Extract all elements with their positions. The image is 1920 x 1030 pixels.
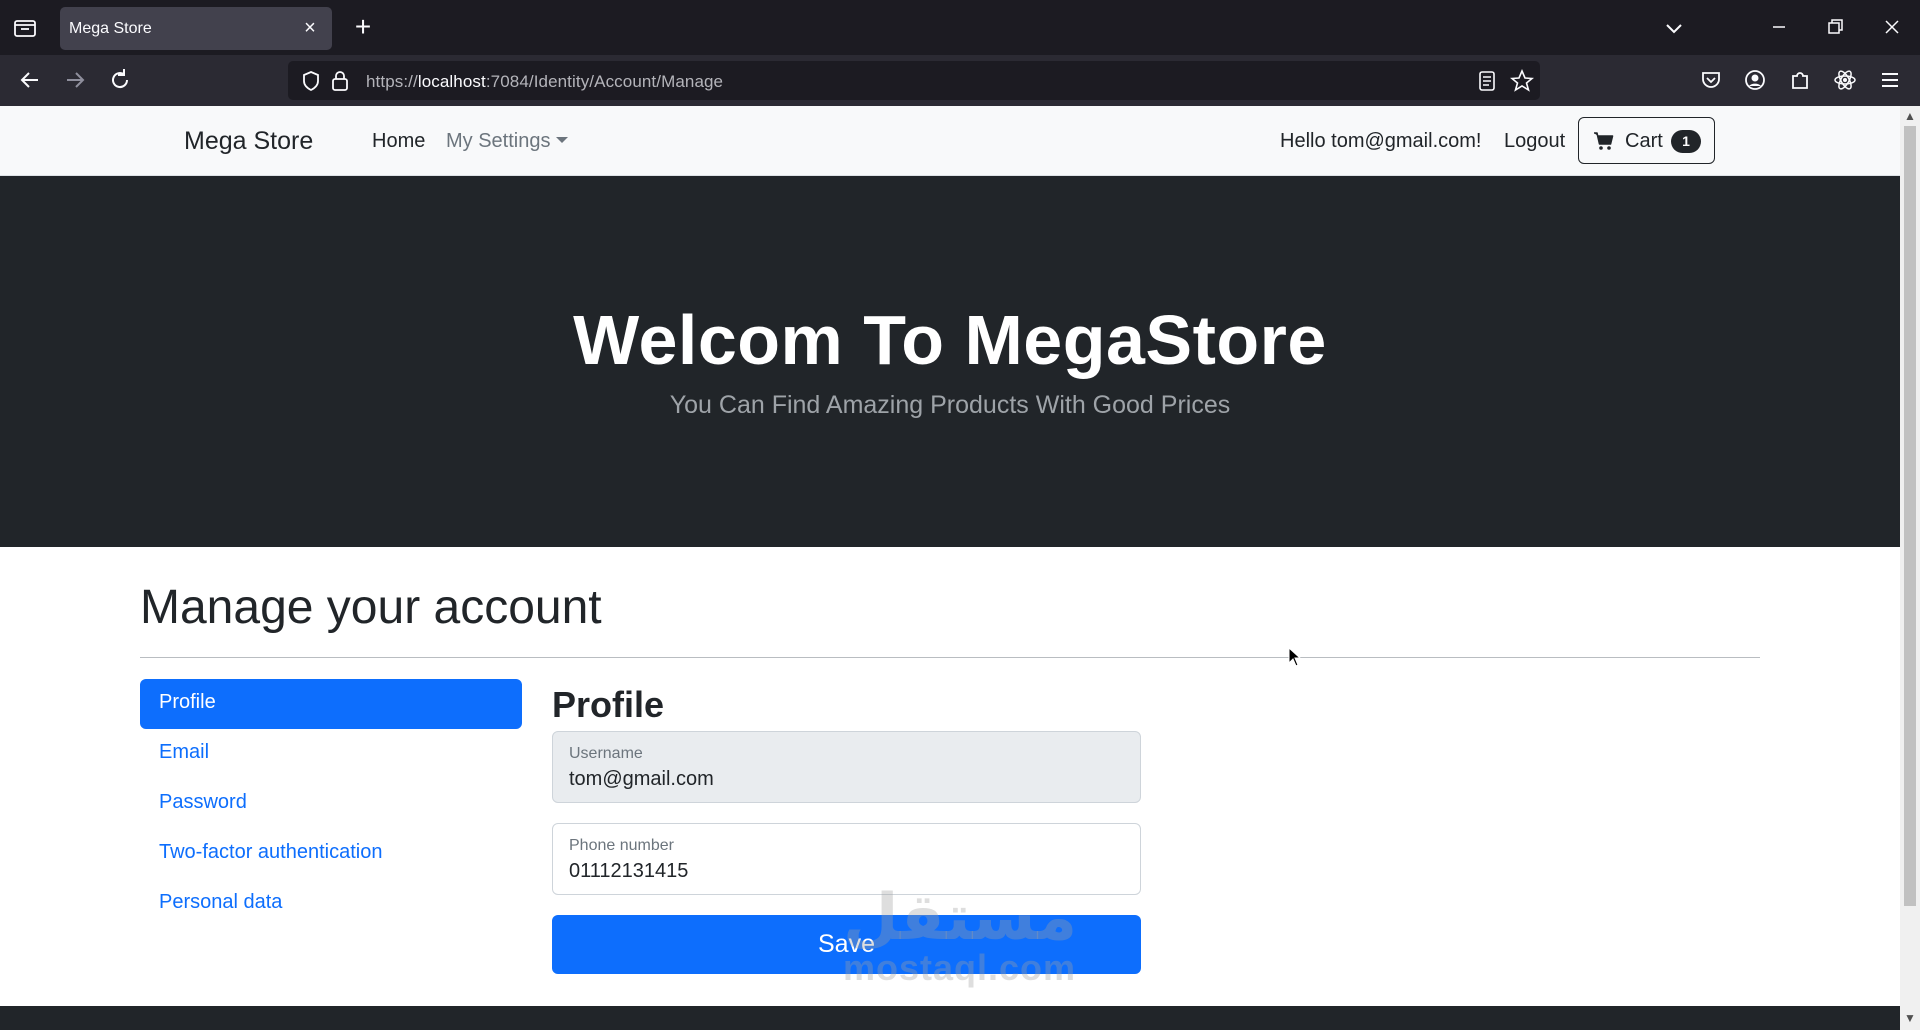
side-nav-two-factor[interactable]: Two-factor authentication [140,829,522,879]
nav-hello-user[interactable]: Hello tom@gmail.com! [1280,130,1481,153]
close-window-icon[interactable] [1877,12,1907,42]
cart-icon [1594,132,1614,150]
page-title: Manage your account [140,581,602,634]
pocket-icon[interactable] [1697,66,1725,94]
scroll-thumb[interactable] [1904,126,1916,906]
restore-icon[interactable] [1820,12,1850,42]
phone-number-field[interactable]: Phone number 01112131415 [552,823,1141,895]
hero-title: Welcom To MegaStore [573,301,1327,379]
save-button[interactable]: Save [552,915,1141,974]
url-text[interactable]: https://localhost:7084/Identity/Account/… [366,72,723,92]
bookmark-star-icon[interactable] [1510,69,1534,93]
tab-close-icon[interactable]: × [298,16,322,40]
hero-subtitle: You Can Find Amazing Products With Good … [669,391,1231,419]
divider [140,657,1760,658]
tab-list-icon[interactable] [12,16,38,40]
scroll-up-icon[interactable]: ▲ [1904,110,1916,122]
nav-logout-button[interactable]: Logout [1504,130,1565,153]
username-label: Username [569,745,643,762]
forward-icon[interactable] [61,66,89,94]
cart-button[interactable]: Cart 1 [1578,117,1715,164]
account-icon[interactable] [1741,66,1769,94]
side-nav-password[interactable]: Password [140,779,522,829]
site-brand[interactable]: Mega Store [184,127,313,156]
nav-home-link[interactable]: Home [372,130,425,153]
url-path: :7084/Identity/Account/Manage [485,72,724,91]
site-navbar: Mega Store Home My Settings Hello tom@gm… [0,106,1900,176]
url-host: localhost [417,72,486,91]
url-scheme: https:// [366,72,418,91]
mouse-cursor-icon [1288,647,1302,667]
cart-count-badge: 1 [1671,130,1701,153]
chevron-down-icon[interactable] [1660,14,1688,42]
scroll-down-icon[interactable]: ▼ [1904,1012,1916,1024]
username-field[interactable]: Username tom@gmail.com [552,731,1141,803]
browser-tab[interactable]: Mega Store × [60,7,332,50]
new-tab-icon[interactable]: + [348,12,378,42]
tab-title: Mega Store [69,20,152,37]
reload-icon[interactable] [106,66,134,94]
back-icon[interactable] [16,66,44,94]
shield-icon[interactable] [300,70,322,92]
username-value: tom@gmail.com [569,768,714,790]
lock-icon[interactable] [330,70,350,92]
minimize-icon[interactable] [1764,12,1794,42]
nav-settings-label: My Settings [446,130,551,152]
side-nav-personal-data[interactable]: Personal data [140,879,522,929]
phone-number-value: 01112131415 [569,860,689,882]
footer [0,1006,1900,1030]
browser-toolbar: https://localhost:7084/Identity/Account/… [0,55,1920,106]
hero-banner: Welcom To MegaStore You Can Find Amazing… [0,176,1900,547]
menu-icon[interactable] [1876,66,1904,94]
side-nav-email[interactable]: Email [140,729,522,779]
account-side-nav: Profile Email Password Two-factor authen… [140,679,522,929]
phone-number-label: Phone number [569,837,674,854]
page-scrollbar[interactable]: ▲ ▼ [1900,106,1920,1030]
react-devtools-icon[interactable] [1831,66,1859,94]
browser-tab-bar: Mega Store × + [0,0,1920,55]
cart-label: Cart [1625,130,1663,152]
caret-down-icon [556,137,569,143]
url-bar[interactable]: https://localhost:7084/Identity/Account/… [288,61,1540,100]
extensions-icon[interactable] [1786,66,1814,94]
profile-section-title: Profile [552,684,665,725]
nav-settings-dropdown[interactable]: My Settings [446,130,569,153]
page-viewport: Mega Store Home My Settings Hello tom@gm… [0,106,1900,1030]
reader-view-icon[interactable] [1476,70,1498,92]
side-nav-profile[interactable]: Profile [140,679,522,729]
